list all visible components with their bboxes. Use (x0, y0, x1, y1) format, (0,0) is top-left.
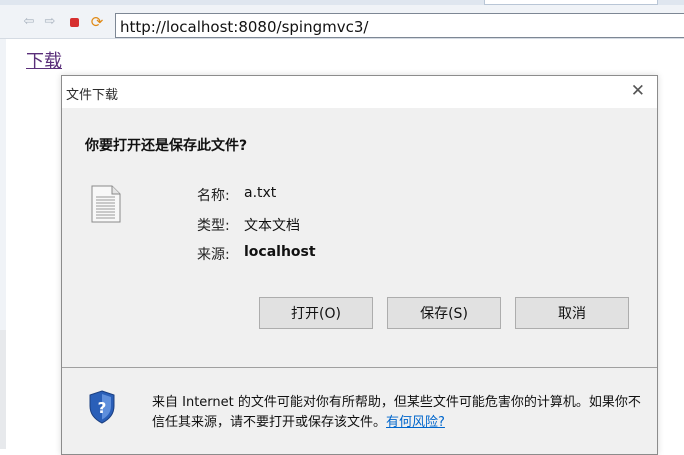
file-download-dialog: 文件下载 ✕ 你要打开还是保存此文件? 名称: a.txt 类型: 文本文档 来… (61, 75, 658, 455)
source-value: localhost (244, 244, 316, 260)
forward-arrow-icon[interactable]: ⇨ (42, 14, 58, 30)
warning-text: 来自 Internet 的文件可能对你有所帮助，但某些文件可能危害你的计算机。如… (152, 393, 642, 433)
dialog-question: 你要打开还是保存此文件? (85, 138, 248, 154)
dialog-titlebar: 文件下载 ✕ (62, 76, 657, 108)
security-shield-icon: ? (89, 390, 115, 424)
text-file-icon (91, 185, 121, 223)
cancel-button[interactable]: 取消 (515, 297, 629, 329)
save-button[interactable]: 保存(S) (387, 297, 501, 329)
risk-link[interactable]: 有何风险? (386, 415, 445, 430)
dialog-title: 文件下载 (66, 88, 119, 103)
svg-text:?: ? (98, 399, 107, 417)
close-icon[interactable]: ✕ (631, 81, 645, 101)
source-label: 来源: (197, 247, 230, 263)
refresh-icon[interactable]: ⟳ (89, 14, 105, 30)
window-left-edge-lower (0, 330, 6, 449)
name-label: 名称: (197, 188, 230, 204)
type-value: 文本文档 (244, 218, 300, 234)
back-arrow-icon[interactable]: ⇦ (21, 14, 37, 30)
open-button[interactable]: 打开(O) (259, 297, 373, 329)
stop-icon[interactable] (66, 14, 82, 30)
download-link[interactable]: 下载 (26, 47, 62, 73)
browser-toolbar: ⇦ ⇨ ⟳ (0, 5, 684, 39)
type-label: 类型: (197, 218, 230, 234)
name-value: a.txt (244, 185, 277, 201)
address-bar[interactable] (115, 13, 684, 38)
